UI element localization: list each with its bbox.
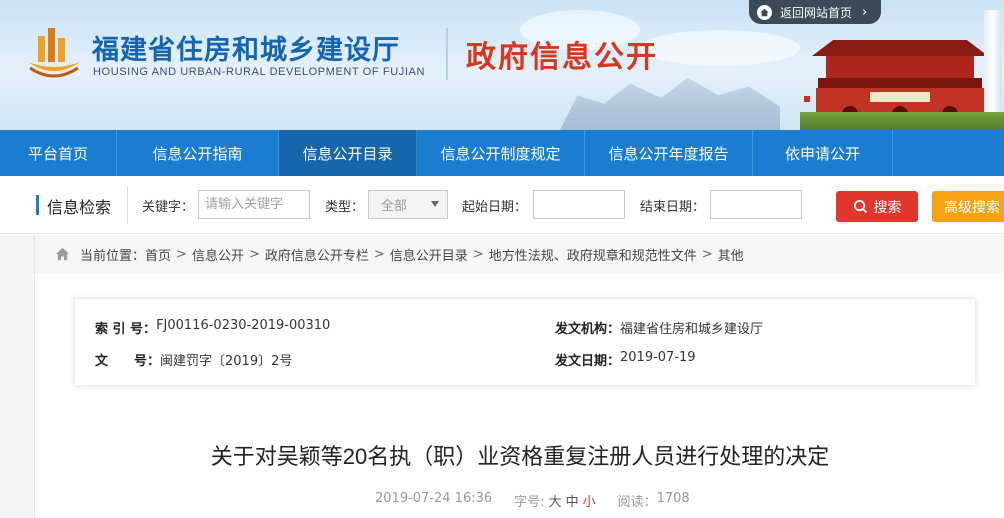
back-to-home-button[interactable]: 返回网站首页 › <box>749 0 881 24</box>
end-date-input[interactable] <box>710 190 802 219</box>
breadcrumb-separator: > <box>472 246 484 262</box>
views-count: 1708 <box>656 491 690 506</box>
section-title: 政府信息公开 <box>466 41 658 74</box>
font-size-medium-button[interactable]: 中 <box>566 491 579 510</box>
nav-item-home[interactable]: 平台首页 <box>0 130 117 176</box>
nav-item-catalog[interactable]: 信息公开目录 <box>279 130 417 176</box>
search-divider <box>127 186 128 224</box>
document-title: 关于对吴颖等20名执（职）业资格重复注册人员进行处理的决定 <box>210 444 830 469</box>
breadcrumb-other[interactable]: 其他 <box>718 245 744 264</box>
type-select[interactable]: 全部 <box>368 190 448 219</box>
breadcrumb-home[interactable]: 首页 <box>145 245 171 264</box>
end-date-label: 结束日期： <box>640 200 706 215</box>
header-banner: 福建省住房和城乡建设厅 HOUSING AND URBAN-RURAL DEVE… <box>0 0 1004 130</box>
index-number-value: FJ00116-0230-2019-00310 <box>156 318 331 333</box>
document-number-label: 文 号： <box>95 354 161 369</box>
great-wall-illustration <box>560 77 780 130</box>
nav-item-annual-report[interactable]: 信息公开年度报告 <box>585 130 753 176</box>
breadcrumb-catalog[interactable]: 信息公开目录 <box>390 245 468 264</box>
breadcrumb-regulations[interactable]: 地方性法规、政府规章和规范性文件 <box>489 245 697 264</box>
index-number-label: 索 引 号： <box>95 322 157 337</box>
views-label: 阅读： <box>617 495 657 510</box>
search-bar: 信息检索 关键字： 类型： 全部 起始日期： 结束日期： 搜索 高级搜索 <box>0 176 1004 234</box>
document-number-row: 文 号： 闽建罚字〔2019〕2号 <box>95 350 292 369</box>
breadcrumb-separator: > <box>248 246 260 262</box>
index-number-row: 索 引 号： FJ00116-0230-2019-00310 <box>95 318 330 337</box>
keyword-label: 关键字： <box>142 200 195 215</box>
search-title: 信息检索 <box>47 198 112 217</box>
home-icon <box>55 247 70 261</box>
content-panel: 当前位置： 首页 > 信息公开 > 政府信息公开专栏 > 信息公开目录 > 地方… <box>34 235 1004 518</box>
nav-item-regulations[interactable]: 信息公开制度规定 <box>417 130 585 176</box>
issuing-org-label: 发文机构： <box>555 322 621 337</box>
search-icon <box>853 200 867 214</box>
trees-decoration <box>800 112 1004 130</box>
document-number-value: 闽建罚字〔2019〕2号 <box>160 354 293 369</box>
font-size-small-button[interactable]: 小 <box>583 491 596 510</box>
department-logo-icon <box>28 28 80 78</box>
issuing-org-row: 发文机构： 福建省住房和城乡建设厅 <box>555 318 763 337</box>
issue-date-row: 发文日期： 2019-07-19 <box>555 350 696 369</box>
document-metadata: 索 引 号： FJ00116-0230-2019-00310 发文机构： 福建省… <box>75 299 975 385</box>
back-to-home-label: 返回网站首页 <box>780 5 853 20</box>
start-date-label: 起始日期： <box>462 200 528 215</box>
advanced-search-button[interactable]: 高级搜索 <box>932 191 1004 222</box>
issuing-org-value: 福建省住房和城乡建设厅 <box>620 322 764 337</box>
start-date-input[interactable] <box>533 190 625 219</box>
font-size-large-button[interactable]: 大 <box>549 491 562 510</box>
issue-date-value: 2019-07-19 <box>620 350 696 365</box>
breadcrumb-prefix: 当前位置： <box>80 248 146 264</box>
breadcrumb-separator: > <box>701 246 713 262</box>
issue-date-label: 发文日期： <box>555 354 621 369</box>
publish-time: 2019-07-24 16:36 <box>375 491 493 506</box>
breadcrumb-column[interactable]: 政府信息公开专栏 <box>265 245 369 264</box>
breadcrumb-separator: > <box>176 246 187 262</box>
site-title: 福建省住房和城乡建设厅 <box>92 35 400 65</box>
keyword-input[interactable] <box>198 190 310 219</box>
nav-item-application[interactable]: 依申请公开 <box>753 130 893 176</box>
chevron-right-icon: › <box>862 4 868 20</box>
search-button[interactable]: 搜索 <box>836 191 918 222</box>
document-info: 2019-07-24 16:36 字号: 大 中 小 阅读： 1708 <box>375 491 690 510</box>
breadcrumb-separator: > <box>373 246 385 262</box>
caret-down-icon <box>431 201 439 207</box>
nav-item-guide[interactable]: 信息公开指南 <box>117 130 279 176</box>
breadcrumb: 当前位置： 首页 > 信息公开 > 政府信息公开专栏 > 信息公开目录 > 地方… <box>35 235 1004 273</box>
site-title-english: HOUSING AND URBAN-RURAL DEVELOPMENT OF F… <box>93 66 425 78</box>
home-icon <box>757 4 772 20</box>
type-select-value: 全部 <box>381 199 408 214</box>
search-button-label: 搜索 <box>873 199 902 216</box>
type-label: 类型： <box>325 200 365 215</box>
cloud-decoration <box>640 30 800 66</box>
breadcrumb-info-public[interactable]: 信息公开 <box>192 245 244 264</box>
search-title-accent <box>36 195 39 215</box>
header-divider <box>446 28 448 80</box>
main-nav: 平台首页 信息公开指南 信息公开目录 信息公开制度规定 信息公开年度报告 依申请… <box>0 130 1004 176</box>
font-size-label: 字号: <box>514 495 545 510</box>
